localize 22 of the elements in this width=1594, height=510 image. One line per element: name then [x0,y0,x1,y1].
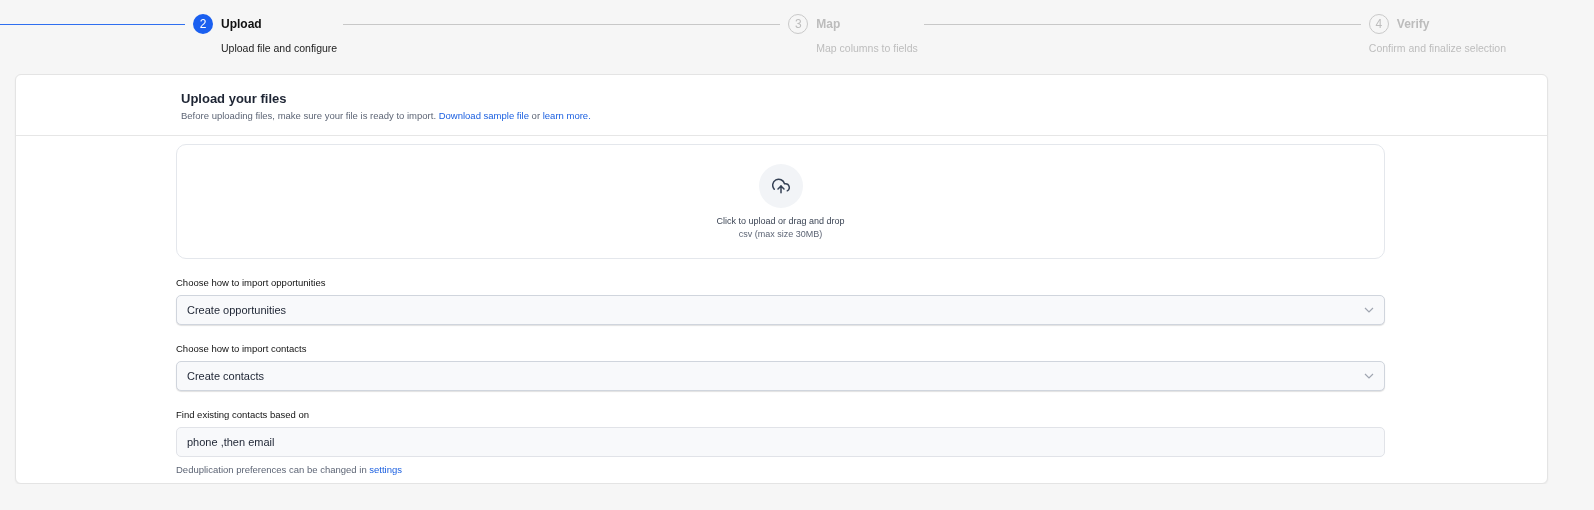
dropdown-select[interactable]: Create contacts [176,361,1385,391]
step-title[interactable]: Upload [221,17,262,31]
step-subtitle: Upload file and configure [221,42,338,54]
description-text: Before uploading files, make sure your file is ready to import. Download sample file or learn more. [181,110,592,121]
dropdown-select[interactable]: Create opportunities [176,295,1385,325]
input-field[interactable]: phone ,then email [176,427,1385,457]
help-text: Deduplication preferences can be changed in settings [176,464,404,475]
chevron-down-icon [1364,373,1374,379]
upload-dropzone[interactable]: Click to upload or drag and drop csv (max size 30MB) [176,144,1385,259]
section-title: Upload your files [181,91,288,106]
settings-link[interactable]: settings [369,464,403,475]
download-sample-link[interactable]: Download sample file [438,110,529,121]
chevron-down-icon [1364,307,1374,313]
step-number[interactable]: 2 [193,14,213,34]
upload-hint: csv (max size 30MB) [738,229,823,239]
upload-prompt: Click to upload or drag and drop [716,216,845,226]
field-label: Find existing contacts based on [176,409,311,420]
learn-more-link[interactable]: learn more. [542,110,591,121]
field-label: Choose how to import opportunities [176,277,327,288]
field-label: Choose how to import contacts [176,343,308,354]
upload-cloud-icon [758,164,803,208]
step-subtitle: Confirm and finalize selection [1368,42,1506,54]
